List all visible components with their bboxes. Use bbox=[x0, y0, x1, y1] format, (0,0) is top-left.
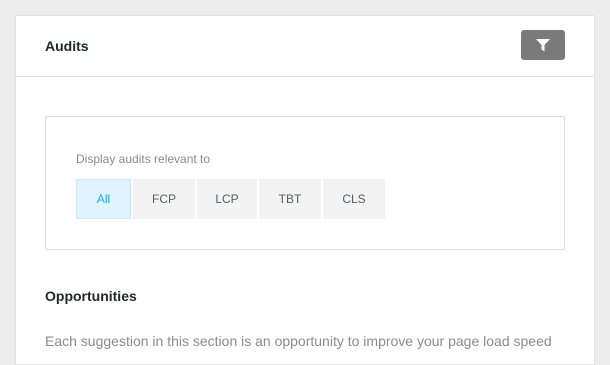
filter-option-tbt[interactable]: TBT bbox=[259, 179, 321, 219]
filter-label: Display audits relevant to bbox=[76, 152, 211, 166]
panel-title: Audits bbox=[45, 38, 89, 54]
filter-option-lcp[interactable]: LCP bbox=[197, 179, 257, 219]
audit-filter-box: Display audits relevant to All FCP LCP T… bbox=[45, 116, 565, 250]
opportunities-title: Opportunities bbox=[45, 288, 137, 304]
filter-option-all[interactable]: All bbox=[76, 179, 131, 219]
filter-icon bbox=[536, 38, 550, 52]
filter-option-fcp[interactable]: FCP bbox=[133, 179, 195, 219]
opportunities-description: Each suggestion in this section is an op… bbox=[45, 333, 552, 349]
filter-button[interactable] bbox=[521, 30, 565, 60]
metric-filter-segment: All FCP LCP TBT CLS bbox=[76, 179, 385, 219]
audits-panel: Audits Display audits relevant to All FC… bbox=[15, 15, 595, 365]
filter-option-cls[interactable]: CLS bbox=[323, 179, 385, 219]
panel-header: Audits bbox=[16, 16, 594, 77]
